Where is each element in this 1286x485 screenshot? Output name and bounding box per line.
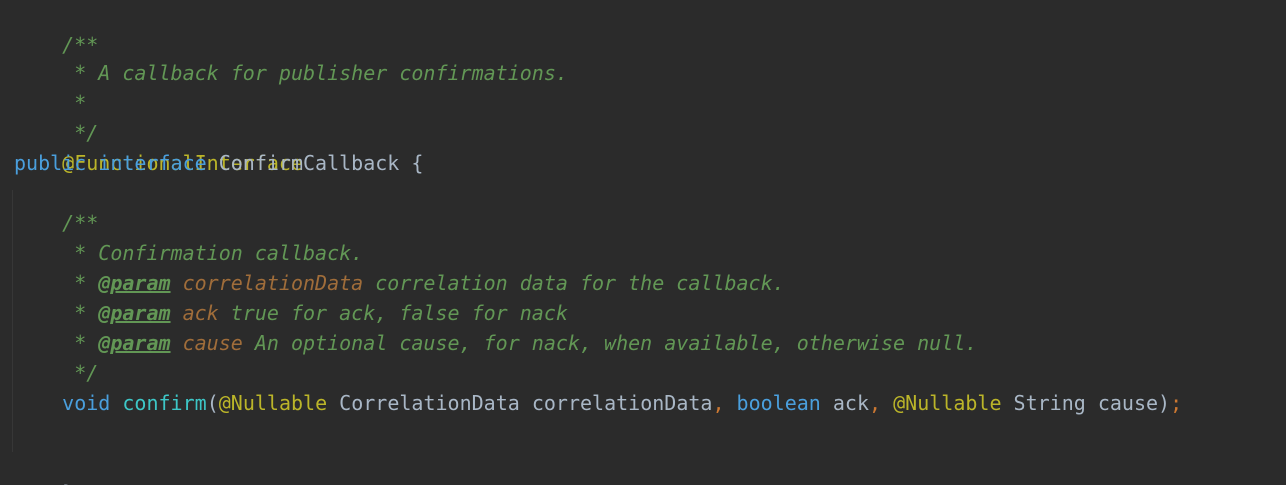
paren-close: ) bbox=[1158, 391, 1171, 415]
javadoc-prefix: * bbox=[62, 271, 99, 295]
method-javadoc-summary: * Confirmation callback. bbox=[62, 241, 364, 265]
method-javadoc-open: /** bbox=[62, 211, 99, 235]
code-line-14: void confirm(@Nullable CorrelationData c… bbox=[14, 388, 1182, 418]
code-line-3: * bbox=[14, 58, 86, 115]
param-tag[interactable]: @param bbox=[98, 271, 170, 295]
code-editor[interactable]: /** * A callback for publisher confirmat… bbox=[0, 0, 1286, 485]
open-brace: { bbox=[411, 151, 424, 175]
type-correlation-data[interactable]: CorrelationData bbox=[339, 391, 520, 415]
code-line-10: * @param correlationData correlation dat… bbox=[14, 268, 785, 298]
arg-cause: cause bbox=[1097, 391, 1159, 415]
param-name-cause: cause bbox=[182, 331, 243, 355]
param-desc-ack: true for ack, false for nack bbox=[218, 301, 568, 325]
code-line-12: * @param cause An optional cause, for na… bbox=[14, 328, 977, 358]
param-tag[interactable]: @param bbox=[98, 301, 170, 325]
indent-guide bbox=[12, 190, 13, 452]
code-line-9: * Confirmation callback. bbox=[14, 238, 363, 268]
type-string[interactable]: String bbox=[1014, 391, 1086, 415]
code-line-6: public interface ConfirmCallback { bbox=[14, 148, 423, 178]
keyword-interface: interface bbox=[98, 151, 207, 175]
param-desc-cause: An optional cause, for nack, when availa… bbox=[242, 331, 978, 355]
interface-name[interactable]: ConfirmCallback bbox=[219, 151, 400, 175]
code-line-1: /** bbox=[14, 0, 98, 57]
paren-open: ( bbox=[206, 391, 219, 415]
javadoc-summary: * A callback for publisher confirmations… bbox=[62, 61, 568, 85]
javadoc-prefix: * bbox=[62, 331, 99, 355]
param-name-ack: ack bbox=[182, 301, 219, 325]
semicolon: ; bbox=[1170, 391, 1183, 415]
comma-2: , bbox=[869, 391, 882, 415]
param-name-correlation-data: correlationData bbox=[182, 271, 364, 295]
keyword-boolean: boolean bbox=[736, 391, 821, 415]
code-line-5: @FunctionalInterface bbox=[14, 118, 303, 175]
nullable-annotation-1[interactable]: @Nullable bbox=[219, 391, 327, 415]
param-tag[interactable]: @param bbox=[98, 331, 170, 355]
method-name-confirm[interactable]: confirm bbox=[122, 391, 206, 415]
javadoc-prefix: * bbox=[62, 301, 99, 325]
keyword-void: void bbox=[62, 391, 111, 415]
code-line-8: /** bbox=[14, 208, 98, 238]
param-desc-correlation-data: correlation data for the callback. bbox=[363, 271, 785, 295]
arg-ack: ack bbox=[832, 391, 870, 415]
keyword-public: public bbox=[14, 151, 87, 175]
close-brace: } bbox=[62, 481, 74, 485]
code-line-2: * A callback for publisher confirmations… bbox=[14, 28, 568, 85]
nullable-annotation-2[interactable]: @Nullable bbox=[893, 391, 1001, 415]
code-line-4: */ bbox=[14, 88, 98, 145]
code-line-16: } bbox=[14, 448, 74, 485]
code-line-11: * @param ack true for ack, false for nac… bbox=[14, 298, 568, 328]
code-line-13: */ bbox=[14, 358, 98, 388]
comma-1: , bbox=[712, 391, 725, 415]
arg-correlation-data: correlationData bbox=[531, 391, 713, 415]
method-javadoc-close: */ bbox=[62, 361, 99, 385]
